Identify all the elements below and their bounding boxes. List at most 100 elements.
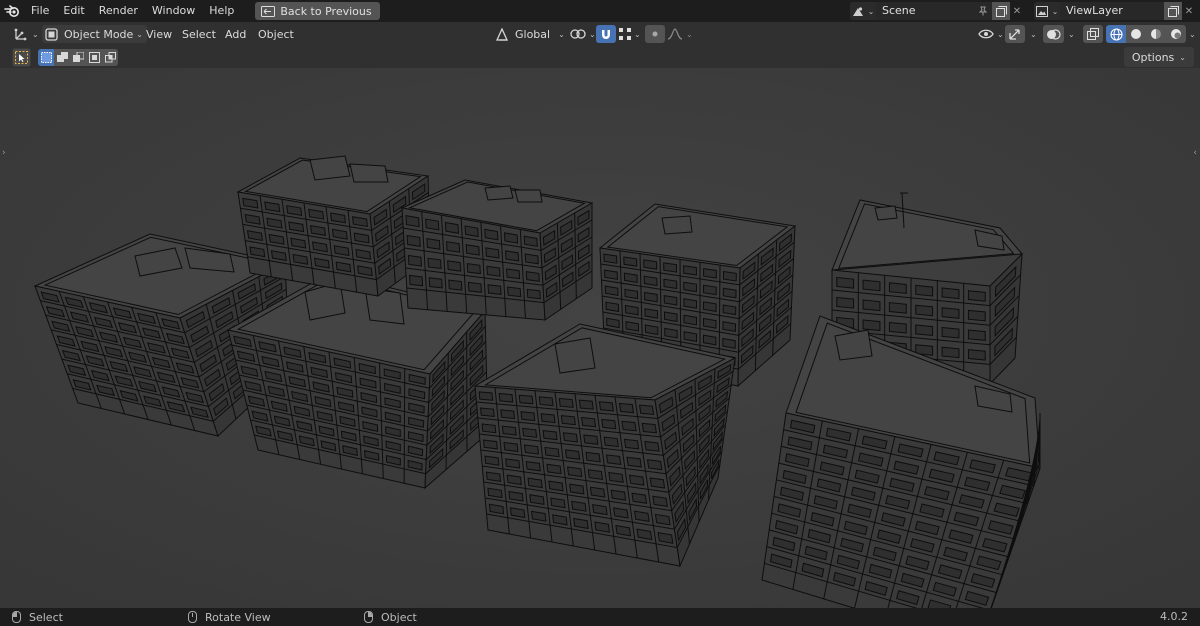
- select-extend-icon[interactable]: [54, 49, 70, 66]
- view-layer-selector: ⌄ ViewLayer ✕: [1034, 2, 1196, 20]
- object-mode-icon: [45, 27, 58, 41]
- chevron-down-icon: ⌄: [867, 6, 875, 16]
- chevron-down-icon: ⌄: [634, 29, 641, 39]
- falloff-dropdown[interactable]: ⌄: [667, 25, 693, 43]
- snap-target-dropdown[interactable]: ⌄: [616, 25, 644, 43]
- wireframe-shading-icon[interactable]: [1106, 25, 1126, 43]
- overlays-toggle[interactable]: [1043, 25, 1064, 43]
- link-pivot-icon: [570, 29, 586, 39]
- falloff-curve-icon: [667, 28, 683, 40]
- left-panel-arrow-icon[interactable]: ›: [2, 148, 6, 158]
- menu-view[interactable]: View: [146, 25, 172, 43]
- chevron-down-icon: ⌄: [589, 29, 596, 39]
- select-intersect-icon[interactable]: [102, 49, 118, 66]
- selection-mode-group: [38, 49, 118, 66]
- chevron-down-icon[interactable]: ⌄: [1068, 25, 1075, 43]
- menu-edit[interactable]: Edit: [56, 0, 91, 22]
- blender-logo-icon[interactable]: [0, 0, 24, 22]
- shading-modes: [1106, 25, 1186, 43]
- mouse-left-icon: [12, 611, 21, 623]
- mouse-right-icon: [364, 611, 373, 623]
- cursor-select-icon: [15, 51, 28, 64]
- chevron-down-icon[interactable]: ⌄: [1189, 25, 1196, 43]
- menu-help[interactable]: Help: [202, 0, 241, 22]
- chevron-down-icon: ⌄: [997, 29, 1004, 39]
- screen-back-icon: [261, 5, 276, 17]
- chevron-down-icon: ⌄: [1051, 6, 1059, 16]
- orientation-icon: [495, 27, 509, 41]
- close-icon[interactable]: ✕: [1010, 2, 1024, 20]
- chevron-down-icon[interactable]: ⌄: [1030, 25, 1037, 43]
- proportional-dot-icon: [645, 25, 665, 43]
- eye-icon: [978, 29, 994, 39]
- view-layer-icon: [1035, 5, 1048, 17]
- chevron-down-icon: ⌄: [32, 29, 39, 39]
- scene-icon: [852, 6, 863, 16]
- wireframe-buildings-scene: [0, 68, 1200, 608]
- chevron-down-icon: ⌄: [558, 29, 565, 39]
- material-shading-icon[interactable]: [1146, 25, 1166, 43]
- solid-shading-icon[interactable]: [1126, 25, 1146, 43]
- axes-gizmo-icon: [14, 28, 27, 41]
- new-scene-icon[interactable]: [992, 2, 1010, 20]
- building-3[interactable]: [236, 155, 431, 297]
- 3d-viewport[interactable]: › ‹: [0, 68, 1200, 608]
- tool-settings-row: Options ⌄: [0, 46, 1200, 68]
- status-right-click: Object: [364, 608, 417, 626]
- options-dropdown[interactable]: Options ⌄: [1123, 47, 1194, 67]
- status-bar: Select Rotate View Object 4.0.2: [0, 608, 1200, 626]
- menu-file[interactable]: File: [24, 0, 56, 22]
- scene-selector: ⌄ Scene ✕: [850, 2, 1024, 20]
- status-object-label: Object: [381, 610, 417, 624]
- select-tool-button[interactable]: [12, 48, 31, 67]
- transform-orientation-dropdown[interactable]: Global ⌄: [492, 25, 568, 43]
- chevron-down-icon: ⌄: [686, 29, 693, 39]
- pin-icon[interactable]: [974, 2, 992, 20]
- select-subtract-icon[interactable]: [70, 49, 86, 66]
- menu-render[interactable]: Render: [92, 0, 145, 22]
- magnet-icon: [596, 25, 616, 43]
- mode-label: Object Mode: [64, 27, 134, 41]
- chevron-down-icon: ⌄: [1179, 52, 1186, 62]
- snap-grid-icon: [619, 28, 631, 40]
- status-left-click: Select: [12, 608, 63, 626]
- proportional-edit-toggle[interactable]: [645, 25, 665, 43]
- orientation-label: Global: [515, 27, 551, 41]
- pivot-point-dropdown[interactable]: ⌄: [567, 25, 599, 43]
- new-view-layer-icon[interactable]: [1164, 2, 1182, 20]
- select-invert-icon[interactable]: [86, 49, 102, 66]
- view-layer-name-field[interactable]: ViewLayer: [1060, 2, 1164, 20]
- close-icon[interactable]: ✕: [1182, 2, 1196, 20]
- menu-object[interactable]: Object: [258, 25, 294, 43]
- back-to-previous-label: Back to Previous: [280, 4, 372, 18]
- viewport-header: ⌄ Object Mode ⌄ View Select Add Object G…: [0, 22, 1200, 46]
- chevron-down-icon: ⌄: [136, 29, 143, 39]
- scene-browse-button[interactable]: ⌄: [850, 2, 876, 20]
- xray-toggle[interactable]: [1083, 25, 1103, 43]
- gizmo-toggle[interactable]: [1005, 25, 1025, 43]
- status-select-label: Select: [29, 610, 63, 624]
- menu-select[interactable]: Select: [182, 25, 216, 43]
- rendered-shading-icon[interactable]: [1166, 25, 1186, 43]
- building-4[interactable]: [400, 179, 594, 321]
- xray-icon: [1083, 25, 1103, 43]
- editor-type-button[interactable]: ⌄: [10, 25, 42, 43]
- status-middle-click: Rotate View: [188, 608, 271, 626]
- menu-window[interactable]: Window: [145, 0, 202, 22]
- options-label: Options: [1131, 50, 1175, 64]
- mode-dropdown[interactable]: Object Mode ⌄: [42, 25, 147, 43]
- menu-add[interactable]: Add: [225, 25, 246, 43]
- scene-name-field[interactable]: Scene: [876, 2, 974, 20]
- snap-toggle[interactable]: [596, 25, 616, 43]
- gizmo-arrows-icon: [1009, 28, 1020, 40]
- view-layer-browse-button[interactable]: ⌄: [1034, 2, 1060, 20]
- right-panel-arrow-icon[interactable]: ‹: [1193, 148, 1197, 158]
- top-bar: File Edit Render Window Help Back to Pre…: [0, 0, 1200, 22]
- mouse-middle-icon: [188, 611, 197, 623]
- version-label: 4.0.2: [1160, 610, 1188, 623]
- overlays-icon: [1047, 28, 1061, 40]
- visibility-dropdown[interactable]: ⌄: [975, 25, 1007, 43]
- back-to-previous-button[interactable]: Back to Previous: [255, 2, 380, 20]
- status-rotate-label: Rotate View: [205, 610, 271, 624]
- select-new-icon[interactable]: [38, 49, 54, 66]
